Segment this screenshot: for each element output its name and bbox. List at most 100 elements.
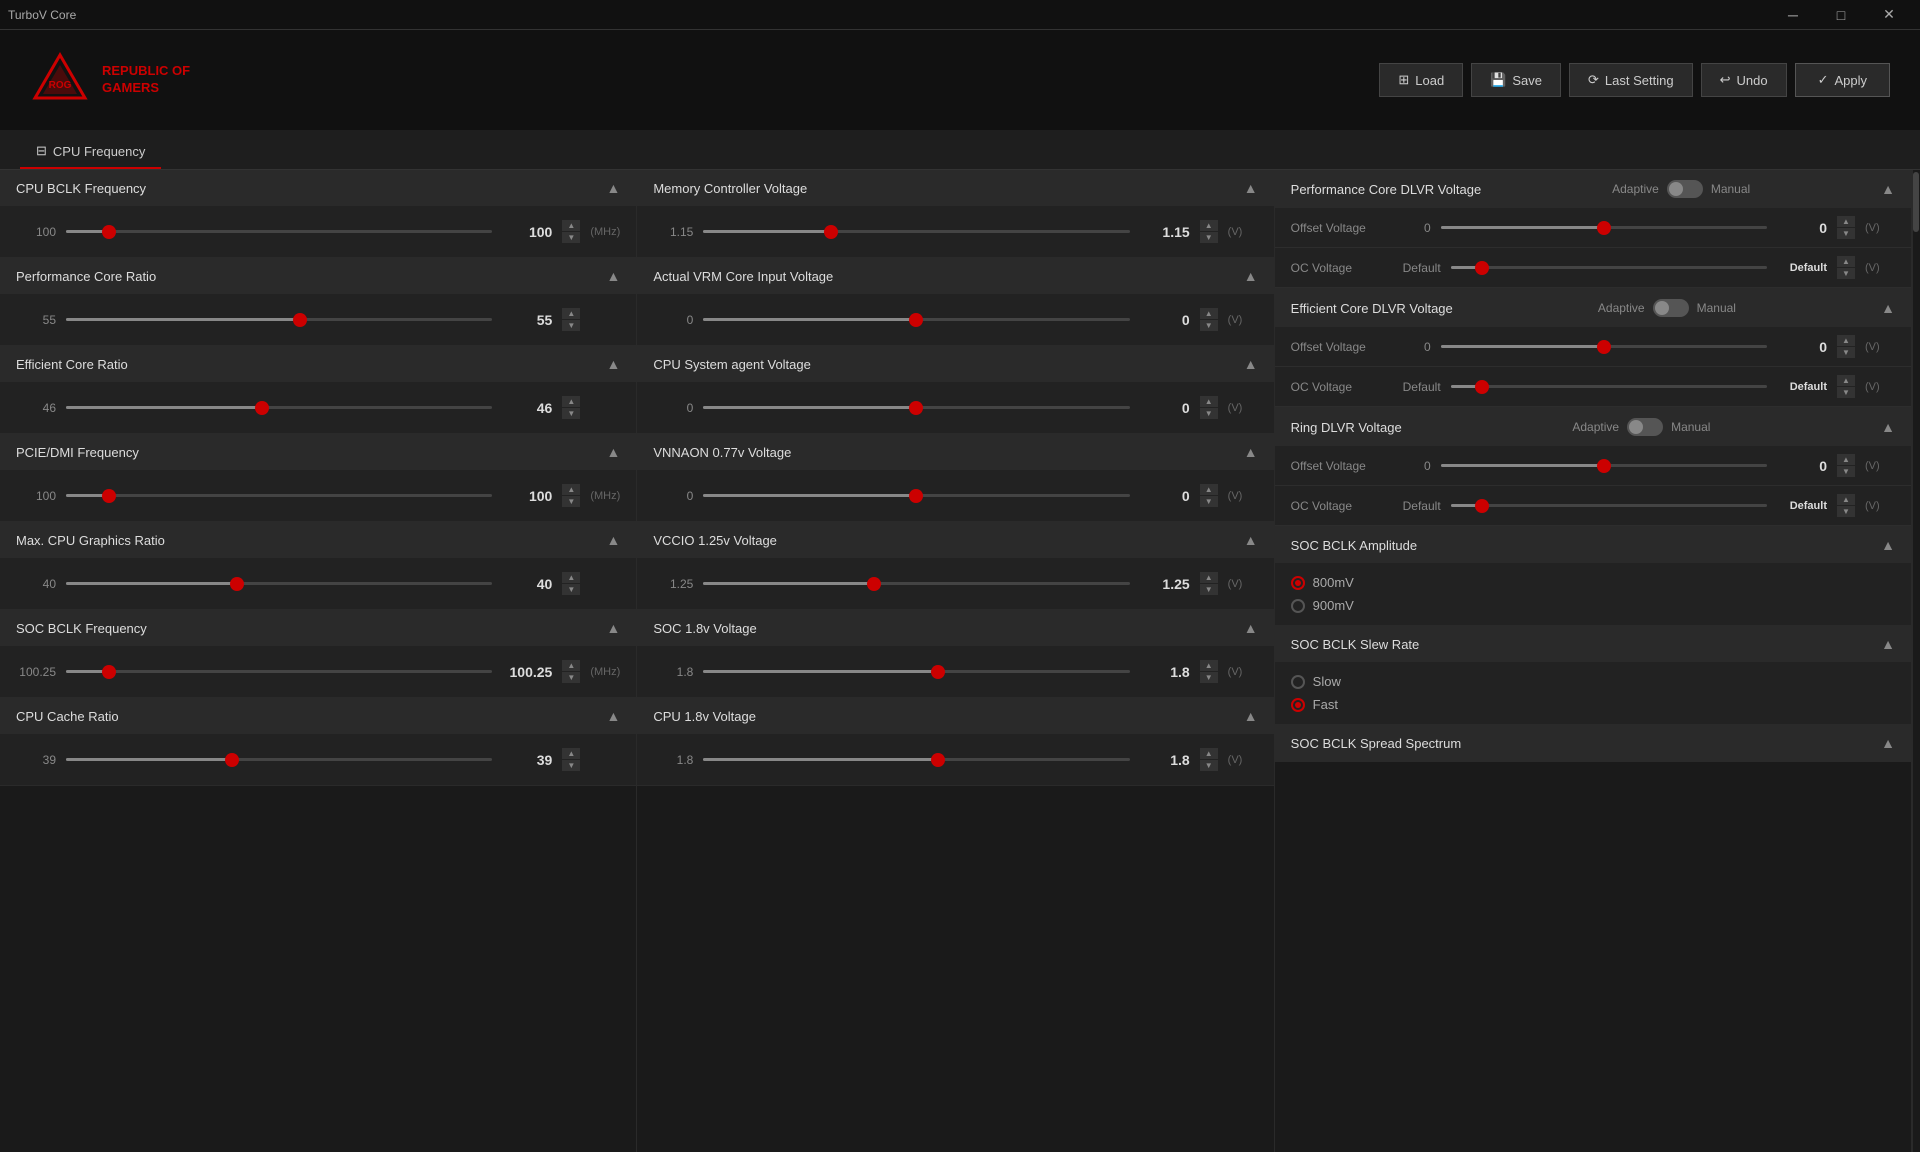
slider-container[interactable] [66,750,492,770]
collapse-icon[interactable]: ▲ [1244,444,1258,460]
spinner-up[interactable]: ▲ [562,660,580,671]
apply-button[interactable]: ✓ Apply [1795,63,1890,97]
spinner-up[interactable]: ▲ [1200,572,1218,583]
section-header[interactable]: VCCIO 1.25v Voltage▲ [637,522,1273,558]
collapse-icon[interactable]: ▲ [606,444,620,460]
offset-up[interactable]: ▲ [1837,335,1855,346]
section-header[interactable]: CPU 1.8v Voltage▲ [637,698,1273,734]
section-header[interactable]: CPU System agent Voltage▲ [637,346,1273,382]
slider-container[interactable] [703,750,1129,770]
spinner-up[interactable]: ▲ [1200,484,1218,495]
spinner-up[interactable]: ▲ [562,572,580,583]
spinner-down[interactable]: ▼ [562,760,580,771]
collapse-icon[interactable]: ▲ [1881,735,1895,751]
section-header[interactable]: Memory Controller Voltage▲ [637,170,1273,206]
section-header[interactable]: CPU Cache Ratio▲ [0,698,636,734]
oc-down[interactable]: ▼ [1837,506,1855,517]
scrollbar[interactable] [1912,170,1920,1152]
spinner-up[interactable]: ▲ [1200,308,1218,319]
radio-item[interactable]: Fast [1291,697,1895,712]
close-button[interactable]: ✕ [1866,0,1912,30]
slider-container[interactable] [703,398,1129,418]
minimize-button[interactable]: ─ [1770,0,1816,30]
section-header[interactable]: SOC 1.8v Voltage▲ [637,610,1273,646]
collapse-icon[interactable]: ▲ [1881,300,1895,316]
collapse-icon[interactable]: ▲ [606,268,620,284]
section-header[interactable]: CPU BCLK Frequency▲ [0,170,636,206]
spinner-down[interactable]: ▼ [1200,672,1218,683]
offset-down[interactable]: ▼ [1837,228,1855,239]
spinner-up[interactable]: ▲ [1200,748,1218,759]
oc-slider[interactable] [1451,496,1767,516]
adaptive-manual-toggle[interactable] [1653,299,1689,317]
spinner-up[interactable]: ▲ [1200,220,1218,231]
slider-container[interactable] [66,486,492,506]
collapse-icon[interactable]: ▲ [1244,180,1258,196]
slider-container[interactable] [703,222,1129,242]
slider-container[interactable] [703,486,1129,506]
offset-slider[interactable] [1441,456,1767,476]
collapse-icon[interactable]: ▲ [1881,537,1895,553]
section-header[interactable]: SOC BCLK Slew Rate▲ [1275,626,1911,662]
slider-container[interactable] [66,310,492,330]
scrollbar-thumb[interactable] [1913,172,1919,232]
section-header[interactable]: Max. CPU Graphics Ratio▲ [0,522,636,558]
tab-cpu-frequency[interactable]: ⊟ CPU Frequency [20,135,161,169]
collapse-icon[interactable]: ▲ [606,532,620,548]
slider-container[interactable] [66,398,492,418]
slider-container[interactable] [66,574,492,594]
collapse-icon[interactable]: ▲ [606,180,620,196]
collapse-icon[interactable]: ▲ [1244,356,1258,372]
spinner-up[interactable]: ▲ [562,308,580,319]
section-header[interactable]: SOC BCLK Frequency▲ [0,610,636,646]
oc-up[interactable]: ▲ [1837,494,1855,505]
collapse-icon[interactable]: ▲ [606,708,620,724]
section-header[interactable]: SOC BCLK Amplitude▲ [1275,527,1911,563]
spinner-up[interactable]: ▲ [562,748,580,759]
spinner-down[interactable]: ▼ [1200,496,1218,507]
spinner-down[interactable]: ▼ [562,496,580,507]
offset-slider[interactable] [1441,218,1767,238]
oc-slider[interactable] [1451,258,1767,278]
slider-container[interactable] [66,222,492,242]
offset-down[interactable]: ▼ [1837,347,1855,358]
section-header[interactable]: Efficient Core Ratio▲ [0,346,636,382]
collapse-icon[interactable]: ▲ [1244,532,1258,548]
undo-button[interactable]: ↩ Undo [1701,63,1787,97]
oc-up[interactable]: ▲ [1837,375,1855,386]
spinner-up[interactable]: ▲ [562,484,580,495]
spinner-down[interactable]: ▼ [1200,232,1218,243]
spinner-down[interactable]: ▼ [562,584,580,595]
collapse-icon[interactable]: ▲ [606,356,620,372]
spinner-up[interactable]: ▲ [562,220,580,231]
section-header[interactable]: SOC BCLK Spread Spectrum▲ [1275,725,1911,761]
radio-item[interactable]: 900mV [1291,598,1895,613]
section-header[interactable]: Actual VRM Core Input Voltage▲ [637,258,1273,294]
spinner-down[interactable]: ▼ [1200,408,1218,419]
spinner-down[interactable]: ▼ [1200,320,1218,331]
spinner-down[interactable]: ▼ [562,232,580,243]
offset-up[interactable]: ▲ [1837,454,1855,465]
spinner-down[interactable]: ▼ [562,672,580,683]
section-header[interactable]: Performance Core Ratio▲ [0,258,636,294]
offset-up[interactable]: ▲ [1837,216,1855,227]
adaptive-manual-toggle[interactable] [1667,180,1703,198]
collapse-icon[interactable]: ▲ [606,620,620,636]
last-setting-button[interactable]: ⟳ Last Setting [1569,63,1693,97]
oc-down[interactable]: ▼ [1837,268,1855,279]
oc-down[interactable]: ▼ [1837,387,1855,398]
spinner-up[interactable]: ▲ [1200,660,1218,671]
spinner-down[interactable]: ▼ [1200,760,1218,771]
spinner-up[interactable]: ▲ [562,396,580,407]
radio-item[interactable]: 800mV [1291,575,1895,590]
spinner-up[interactable]: ▲ [1200,396,1218,407]
collapse-icon[interactable]: ▲ [1244,268,1258,284]
oc-slider[interactable] [1451,377,1767,397]
slider-container[interactable] [703,310,1129,330]
save-button[interactable]: 💾 Save [1471,63,1561,97]
section-header[interactable]: PCIE/DMI Frequency▲ [0,434,636,470]
spinner-down[interactable]: ▼ [562,320,580,331]
slider-container[interactable] [66,662,492,682]
radio-item[interactable]: Slow [1291,674,1895,689]
collapse-icon[interactable]: ▲ [1244,620,1258,636]
